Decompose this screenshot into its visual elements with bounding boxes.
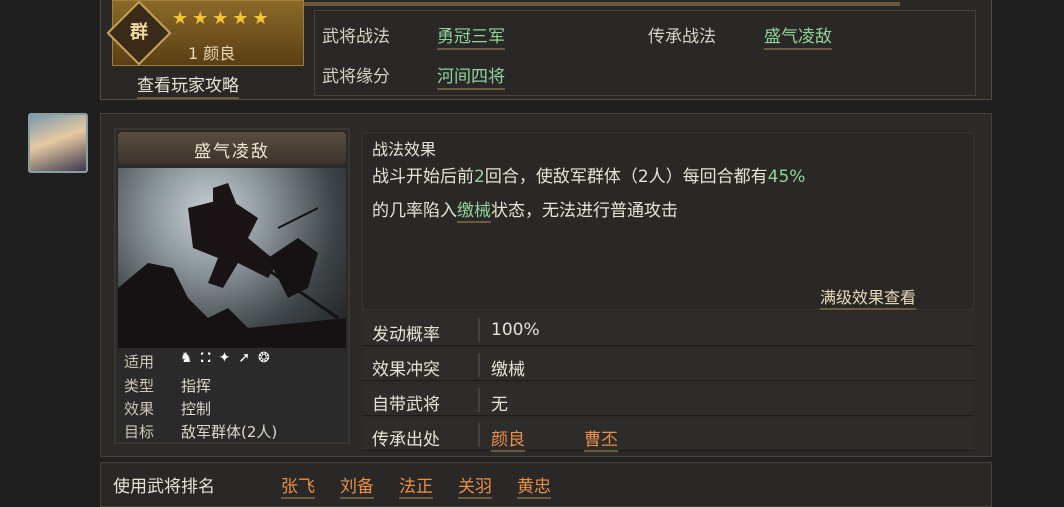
conflict-value: 缴械 bbox=[491, 360, 525, 380]
chariot-icon: ❂ bbox=[258, 350, 270, 366]
row-divider bbox=[478, 353, 480, 377]
ranking-hero-link[interactable]: 黄忠 bbox=[517, 472, 551, 499]
effect-text-part: 的几率陷入 bbox=[372, 201, 457, 221]
row-divider bbox=[478, 318, 480, 342]
rate-value: 100% bbox=[491, 320, 540, 340]
inherit-value-link[interactable]: 盛气凌敌 bbox=[764, 22, 832, 50]
card-target-label: 目标 bbox=[124, 423, 155, 441]
stat-row-source bbox=[362, 419, 974, 451]
effect-percent-value: 45% bbox=[767, 167, 806, 187]
rate-label: 发动概率 bbox=[372, 325, 440, 345]
battle-silhouette-image bbox=[118, 183, 346, 348]
hero-name: 1 颜良 bbox=[188, 44, 236, 63]
top-divider bbox=[300, 2, 900, 6]
own-hero-value: 无 bbox=[491, 395, 508, 415]
skill-card-title: 盛气凌敌 bbox=[194, 142, 270, 162]
status-link[interactable]: 缴械 bbox=[457, 201, 491, 223]
skill-value-link[interactable]: 勇冠三军 bbox=[437, 22, 505, 50]
ranking-label: 使用武将排名 bbox=[113, 477, 215, 497]
skill-label: 武将战法 bbox=[322, 27, 390, 47]
own-hero-label: 自带武将 bbox=[372, 395, 440, 415]
hero-info-box bbox=[314, 10, 976, 96]
faction-label: 群 bbox=[130, 22, 148, 43]
row-divider bbox=[478, 423, 480, 447]
effect-text-part: 状态，无法进行普通攻击 bbox=[491, 201, 678, 221]
ranking-hero-link[interactable]: 张飞 bbox=[281, 472, 315, 499]
stat-row-conflict bbox=[362, 349, 974, 381]
skill-artwork bbox=[118, 168, 346, 348]
ranking-hero-link[interactable]: 法正 bbox=[399, 472, 433, 499]
stat-row-own bbox=[362, 384, 974, 416]
card-apply-label: 适用 bbox=[124, 353, 155, 371]
max-level-effect-link[interactable]: 满级效果查看 bbox=[820, 284, 917, 310]
effect-title: 战法效果 bbox=[372, 140, 437, 159]
stat-row-rate bbox=[362, 314, 974, 346]
ranking-hero-link[interactable]: 刘备 bbox=[340, 472, 374, 499]
player-guide-link[interactable]: 查看玩家攻略 bbox=[137, 71, 239, 99]
cavalry-icon: ♞ bbox=[180, 350, 193, 366]
row-divider bbox=[478, 388, 480, 412]
fate-value-link[interactable]: 河间四将 bbox=[437, 62, 505, 90]
effect-text: 战斗开始后前2回合，使敌军群体（2人）每回合都有45% 的几率陷入缴械状态，无法进… bbox=[372, 160, 968, 228]
hero-avatar[interactable] bbox=[28, 113, 88, 173]
shield-icon: ⛚ bbox=[200, 350, 211, 366]
card-target-value: 敌军群体(2人) bbox=[181, 423, 278, 441]
source-label: 传承出处 bbox=[372, 430, 440, 450]
spear-icon: ➚ bbox=[238, 350, 251, 366]
troop-icons: ♞ ⛚ ✦ ➚ ❂ bbox=[180, 350, 270, 366]
card-type-value: 指挥 bbox=[181, 377, 212, 395]
conflict-label: 效果冲突 bbox=[372, 360, 440, 380]
source-hero-link[interactable]: 曹丕 bbox=[584, 425, 618, 452]
card-type-label: 类型 bbox=[124, 377, 155, 395]
card-effect-value: 控制 bbox=[181, 400, 212, 418]
star-rating: ★★★★★ bbox=[172, 8, 273, 29]
effect-text-part: 回合，使敌军群体（2人）每回合都有 bbox=[484, 167, 768, 187]
effect-text-part: 战斗开始后前 bbox=[372, 167, 474, 187]
ranking-hero-link[interactable]: 关羽 bbox=[458, 472, 492, 499]
bow-icon: ✦ bbox=[218, 350, 231, 366]
effect-rounds-value: 2 bbox=[474, 167, 485, 187]
inherit-label: 传承战法 bbox=[648, 27, 716, 47]
card-effect-label: 效果 bbox=[124, 400, 155, 418]
fate-label: 武将缘分 bbox=[322, 67, 390, 87]
source-hero-link[interactable]: 颜良 bbox=[491, 425, 525, 452]
